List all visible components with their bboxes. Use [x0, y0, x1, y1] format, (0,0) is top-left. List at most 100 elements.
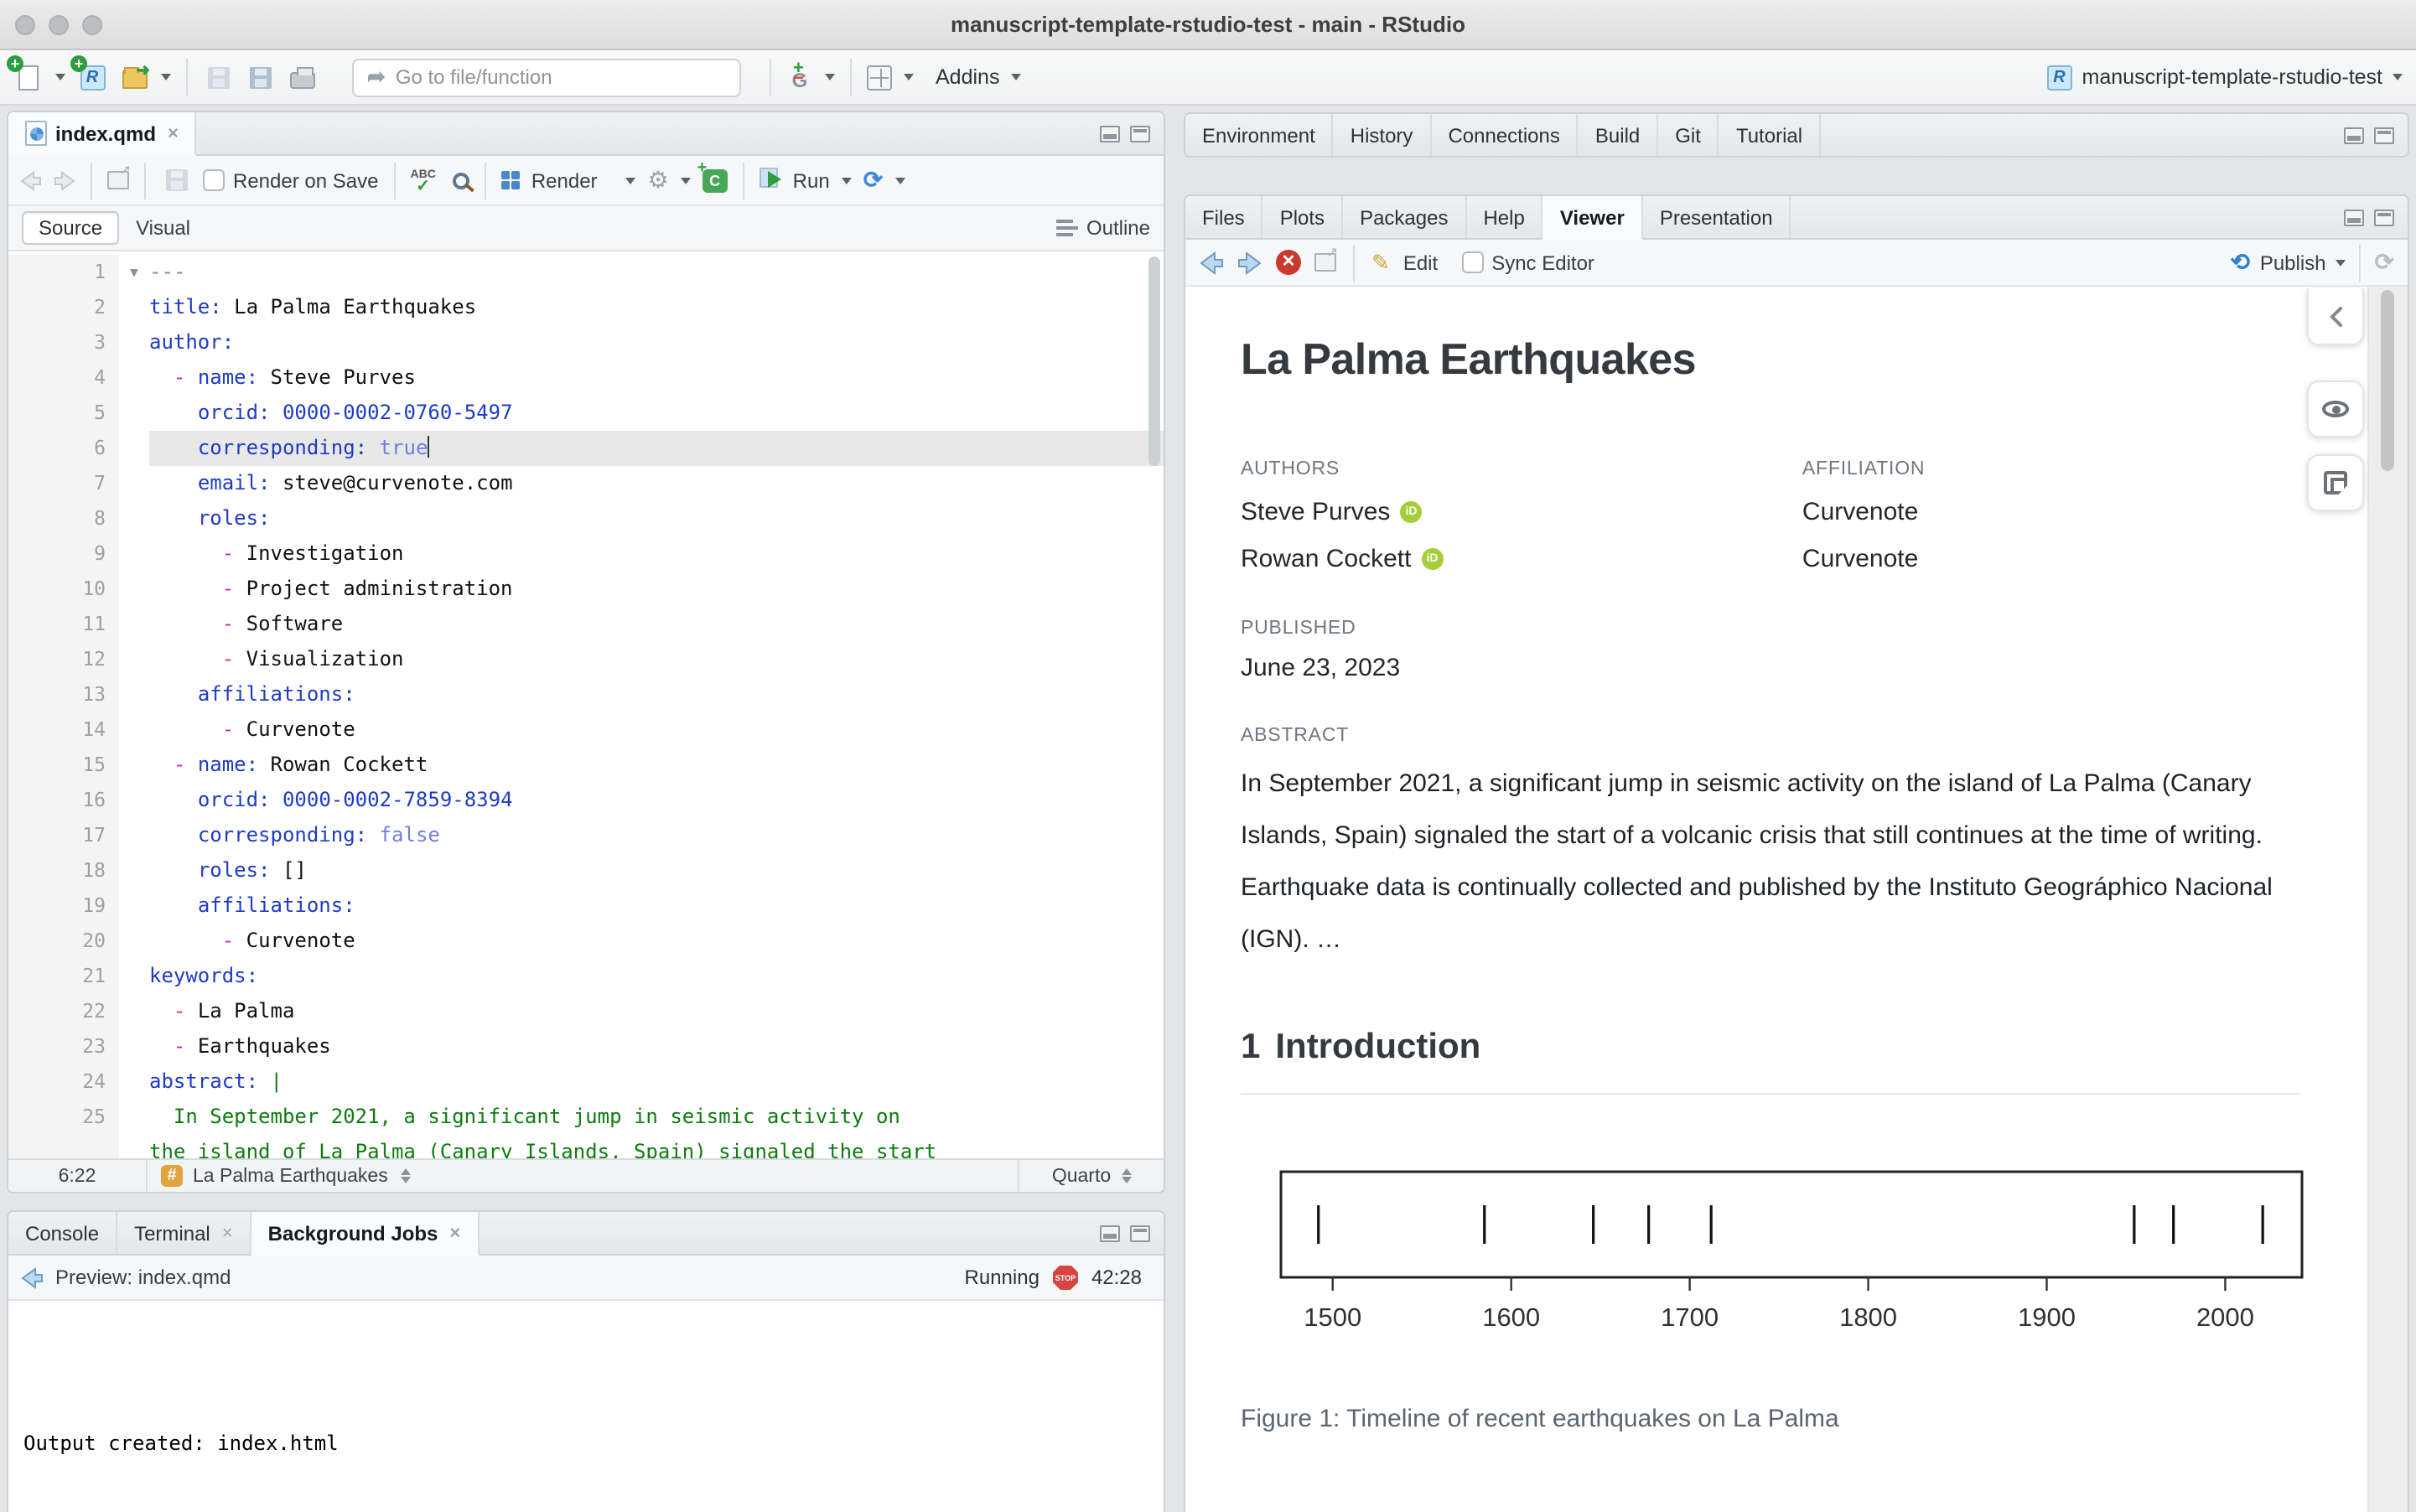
close-window-icon[interactable] [15, 15, 35, 35]
publish-button[interactable]: Publish [2260, 251, 2326, 274]
new-file-button[interactable]: + [7, 55, 44, 92]
forward-icon[interactable] [54, 170, 75, 190]
run-dropdown[interactable] [841, 177, 852, 184]
code-line[interactable]: 3 author: [8, 325, 1164, 360]
refresh-icon[interactable]: ⟳ [2375, 248, 2394, 277]
tab-tutorial[interactable]: Tutorial [1719, 114, 1822, 156]
sync-editor-toggle[interactable]: Sync Editor [1461, 251, 1594, 274]
preview-visibility-button[interactable] [2307, 381, 2364, 438]
back-icon[interactable] [20, 170, 42, 190]
close-tab-icon[interactable]: × [449, 1223, 460, 1243]
code-line[interactable]: 9 - Investigation [8, 536, 1164, 572]
maximize-pane-icon[interactable] [2374, 209, 2394, 225]
maximize-pane-icon[interactable] [1130, 125, 1150, 142]
minimize-pane-icon[interactable] [2344, 209, 2364, 225]
goto-file-search[interactable]: ➦ [352, 58, 741, 96]
viewer-scrollbar[interactable] [2381, 290, 2394, 471]
window-controls[interactable] [15, 15, 102, 35]
minimize-pane-icon[interactable] [1100, 125, 1120, 142]
code-line[interactable]: 5 orcid: 0000-0002-0760-5497 [8, 396, 1164, 431]
run-button[interactable]: Run [793, 168, 830, 192]
save-doc-button[interactable] [161, 165, 191, 195]
code-line[interactable]: 17 corresponding: false [8, 818, 1164, 853]
section-navigator[interactable]: # La Palma Earthquakes [146, 1160, 1019, 1192]
annotation-button[interactable] [2307, 454, 2364, 511]
rerun-icon[interactable]: ⟳ [863, 166, 883, 194]
fold-arrow-icon[interactable]: ▼ [119, 255, 149, 290]
render-button[interactable]: Render [531, 168, 598, 192]
open-recent-dropdown[interactable] [161, 74, 171, 80]
tab-history[interactable]: History [1334, 114, 1432, 156]
new-project-button[interactable]: R + [70, 55, 107, 92]
collapse-panel-button[interactable] [2307, 288, 2364, 345]
viewer-back-icon[interactable] [1199, 251, 1224, 274]
viewer-forward-icon[interactable] [1237, 251, 1262, 274]
render-dropdown[interactable] [625, 177, 636, 184]
stop-icon[interactable]: STOP [1052, 1265, 1078, 1290]
code-editor[interactable]: 1 ▼ --- 2 title: La Palma Earthquakes 3 author… [8, 251, 1164, 1158]
maximize-pane-icon[interactable] [1130, 1225, 1150, 1241]
tab-console[interactable]: Console [8, 1212, 118, 1254]
edit-button[interactable]: Edit [1403, 251, 1438, 274]
git-dropdown[interactable] [825, 74, 835, 80]
open-file-button[interactable]: ➜ [119, 62, 150, 92]
console-output[interactable]: Output created: index.html Watching file… [8, 1301, 1164, 1512]
spellcheck-icon[interactable]: ABC ✓ [410, 168, 435, 194]
document-preview[interactable]: La Palma Earthquakes AUTHORS AFFILIATION… [1185, 287, 2367, 1512]
addins-dropdown[interactable] [1011, 74, 1022, 80]
source-mode-button[interactable]: Source [22, 211, 120, 245]
project-menu-button[interactable]: manuscript-template-rstudio-test [2082, 65, 2382, 89]
code-line[interactable]: 7 email: steve@curvenote.com [8, 466, 1164, 501]
tab-background-jobs[interactable]: Background Jobs × [251, 1212, 480, 1256]
code-line[interactable]: 12 - Visualization [8, 642, 1164, 677]
tab-help[interactable]: Help [1466, 196, 1543, 238]
code-line[interactable]: 8 roles: [8, 501, 1164, 536]
code-line[interactable]: the island of La Palma (Canary Islands, … [8, 1135, 1164, 1158]
code-line[interactable]: 25 In September 2021, a significant jump… [8, 1100, 1164, 1135]
orcid-icon[interactable]: iD [1421, 548, 1444, 570]
tab-packages[interactable]: Packages [1343, 196, 1467, 238]
options-dropdown[interactable] [680, 177, 691, 184]
publish-dropdown[interactable] [2336, 259, 2346, 266]
search-icon[interactable] [452, 172, 469, 189]
minimize-pane-icon[interactable] [2344, 127, 2364, 144]
code-line[interactable]: 10 - Project administration [8, 572, 1164, 607]
code-line[interactable]: 24 abstract: | [8, 1064, 1164, 1100]
render-on-save-checkbox[interactable] [203, 169, 225, 191]
minimize-window-icon[interactable] [49, 15, 69, 35]
tab-build[interactable]: Build [1579, 114, 1659, 156]
code-line[interactable]: 6 corresponding: true [8, 431, 1164, 466]
code-line[interactable]: 21 keywords: [8, 959, 1164, 994]
tab-index-qmd[interactable]: index.qmd × [8, 112, 197, 156]
addins-menu[interactable]: Addins [936, 65, 999, 89]
code-line[interactable]: 19 affiliations: [8, 888, 1164, 924]
workspace-panes-icon[interactable] [867, 65, 892, 90]
doc-format-selector[interactable]: Quarto [1019, 1160, 1164, 1192]
tab-plots[interactable]: Plots [1263, 196, 1344, 238]
render-on-save-toggle[interactable]: Render on Save [203, 168, 378, 192]
tab-environment[interactable]: Environment [1185, 114, 1334, 156]
maximize-pane-icon[interactable] [2374, 127, 2394, 144]
close-tab-icon[interactable]: × [168, 123, 179, 143]
editor-scrollbar[interactable] [1148, 256, 1160, 466]
maximize-window-icon[interactable] [82, 15, 102, 35]
orcid-icon[interactable]: iD [1400, 501, 1423, 523]
code-line[interactable]: 11 - Software [8, 607, 1164, 642]
save-button[interactable] [203, 62, 233, 92]
code-line[interactable]: 18 roles: [] [8, 853, 1164, 888]
outline-button[interactable]: Outline [1086, 216, 1150, 240]
tab-git[interactable]: Git [1658, 114, 1719, 156]
panes-dropdown[interactable] [904, 74, 914, 80]
code-line[interactable]: 4 - name: Steve Purves [8, 360, 1164, 396]
close-tab-icon[interactable]: × [222, 1223, 233, 1243]
code-line[interactable]: 2 title: La Palma Earthquakes [8, 290, 1164, 325]
code-line[interactable]: 14 - Curvenote [8, 712, 1164, 748]
code-line[interactable]: 23 - Earthquakes [8, 1029, 1164, 1064]
gear-icon[interactable]: ⚙ [648, 166, 669, 194]
tab-presentation[interactable]: Presentation [1643, 196, 1791, 238]
back-icon[interactable] [20, 1266, 44, 1288]
sync-editor-checkbox[interactable] [1461, 251, 1484, 273]
goto-file-input[interactable] [395, 65, 681, 89]
project-dropdown[interactable] [2393, 74, 2403, 80]
code-line[interactable]: 13 affiliations: [8, 677, 1164, 712]
